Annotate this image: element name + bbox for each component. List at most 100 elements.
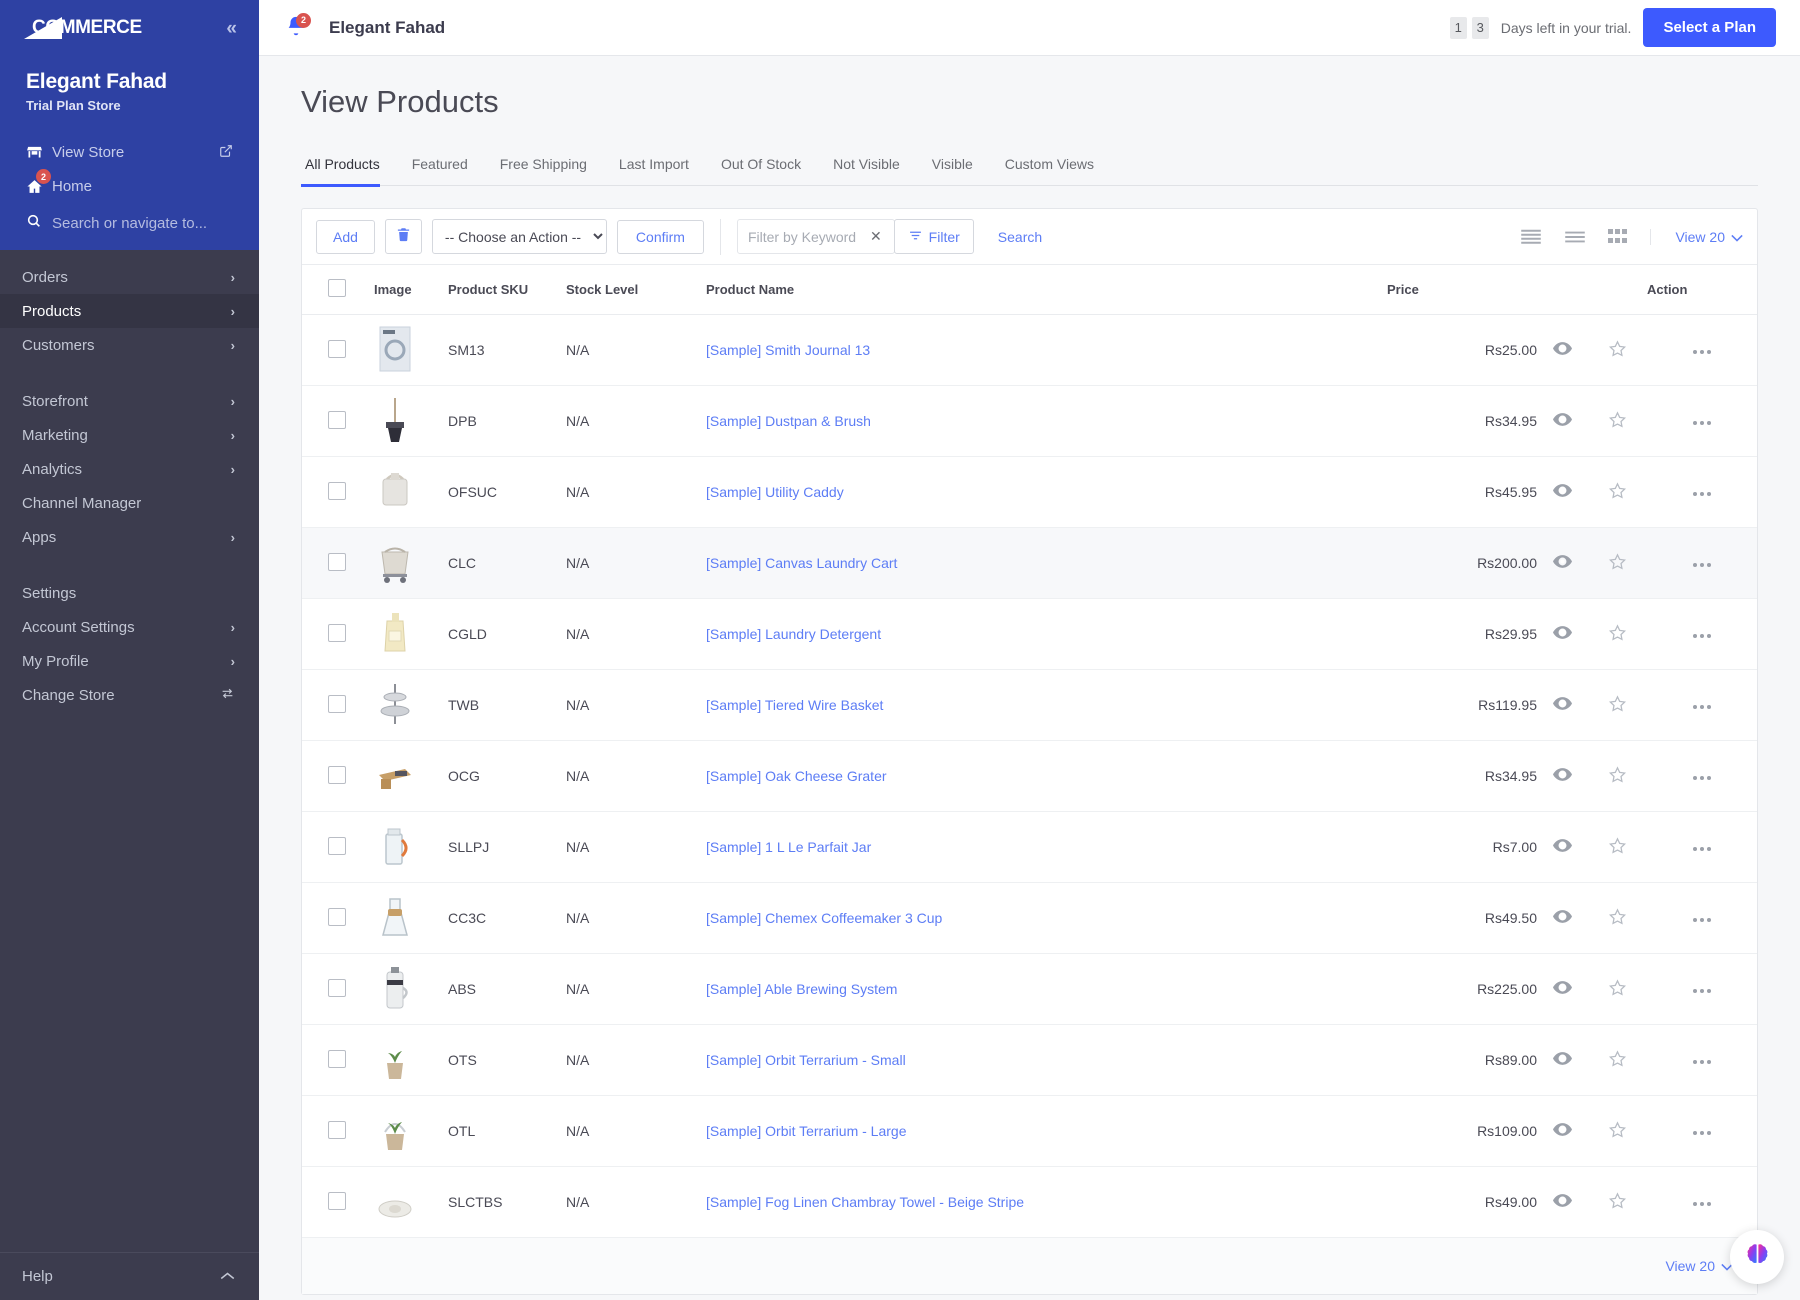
star-icon[interactable] bbox=[1608, 340, 1627, 358]
sidebar-item-customers[interactable]: Customers › bbox=[0, 328, 259, 362]
tab-last-import[interactable]: Last Import bbox=[603, 156, 705, 185]
star-icon[interactable] bbox=[1608, 411, 1627, 429]
row-checkbox[interactable] bbox=[328, 837, 346, 855]
star-icon[interactable] bbox=[1608, 695, 1627, 713]
add-product-button[interactable]: Add bbox=[316, 220, 375, 254]
row-checkbox[interactable] bbox=[328, 1050, 346, 1068]
ellipsis-icon[interactable] bbox=[1692, 1130, 1712, 1136]
star-icon[interactable] bbox=[1608, 553, 1627, 571]
filter-keyword-input[interactable] bbox=[748, 229, 866, 245]
eye-icon[interactable] bbox=[1553, 1123, 1572, 1136]
ellipsis-icon[interactable] bbox=[1692, 349, 1712, 355]
star-icon[interactable] bbox=[1608, 908, 1627, 926]
star-icon[interactable] bbox=[1608, 837, 1627, 855]
ellipsis-icon[interactable] bbox=[1692, 775, 1712, 781]
sidebar-item-settings[interactable]: Settings bbox=[0, 576, 259, 610]
sidebar-item-my-profile[interactable]: My Profile › bbox=[0, 644, 259, 678]
eye-icon[interactable] bbox=[1553, 1052, 1572, 1065]
table-row[interactable]: SLLPJN/A[Sample] 1 L Le Parfait JarRs7.0… bbox=[302, 812, 1757, 883]
sidebar-item-products[interactable]: Products › bbox=[0, 294, 259, 328]
product-name-link[interactable]: [Sample] Fog Linen Chambray Towel - Beig… bbox=[706, 1194, 1024, 1210]
sidebar-item-change-store[interactable]: Change Store bbox=[0, 678, 259, 712]
sidebar-item-view-store[interactable]: View Store bbox=[0, 135, 259, 169]
tab-visible[interactable]: Visible bbox=[916, 156, 989, 185]
table-row[interactable]: ABSN/A[Sample] Able Brewing SystemRs225.… bbox=[302, 954, 1757, 1025]
tab-out-of-stock[interactable]: Out Of Stock bbox=[705, 156, 817, 185]
row-checkbox[interactable] bbox=[328, 1121, 346, 1139]
table-row[interactable]: OTSN/A[Sample] Orbit Terrarium - SmallRs… bbox=[302, 1025, 1757, 1096]
tab-featured[interactable]: Featured bbox=[396, 156, 484, 185]
search-button[interactable]: Search bbox=[998, 229, 1042, 245]
row-checkbox[interactable] bbox=[328, 340, 346, 358]
eye-icon[interactable] bbox=[1553, 484, 1572, 497]
row-checkbox[interactable] bbox=[328, 1192, 346, 1210]
ellipsis-icon[interactable] bbox=[1692, 1201, 1712, 1207]
row-checkbox[interactable] bbox=[328, 766, 346, 784]
tab-free-shipping[interactable]: Free Shipping bbox=[484, 156, 603, 185]
table-row[interactable]: TWBN/A[Sample] Tiered Wire BasketRs119.9… bbox=[302, 670, 1757, 741]
eye-icon[interactable] bbox=[1553, 626, 1572, 639]
table-row[interactable]: DPBN/A[Sample] Dustpan & BrushRs34.95 bbox=[302, 386, 1757, 457]
product-name-link[interactable]: [Sample] Canvas Laundry Cart bbox=[706, 555, 897, 571]
star-icon[interactable] bbox=[1608, 1121, 1627, 1139]
ellipsis-icon[interactable] bbox=[1692, 491, 1712, 497]
star-icon[interactable] bbox=[1608, 979, 1627, 997]
eye-icon[interactable] bbox=[1553, 981, 1572, 994]
product-name-link[interactable]: [Sample] Utility Caddy bbox=[706, 484, 844, 500]
row-checkbox[interactable] bbox=[328, 411, 346, 429]
star-icon[interactable] bbox=[1608, 766, 1627, 784]
product-name-link[interactable]: [Sample] Smith Journal 13 bbox=[706, 342, 870, 358]
product-name-link[interactable]: [Sample] Chemex Coffeemaker 3 Cup bbox=[706, 910, 942, 926]
table-row[interactable]: SM13N/A[Sample] Smith Journal 13Rs25.00 bbox=[302, 315, 1757, 386]
sidebar-item-apps[interactable]: Apps › bbox=[0, 520, 259, 554]
star-icon[interactable] bbox=[1608, 1050, 1627, 1068]
star-icon[interactable] bbox=[1608, 482, 1627, 500]
product-name-link[interactable]: [Sample] Able Brewing System bbox=[706, 981, 897, 997]
tab-not-visible[interactable]: Not Visible bbox=[817, 156, 916, 185]
list-compact-icon[interactable] bbox=[1520, 229, 1542, 245]
ellipsis-icon[interactable] bbox=[1692, 704, 1712, 710]
sidebar-item-account-settings[interactable]: Account Settings › bbox=[0, 610, 259, 644]
table-row[interactable]: CLCN/A[Sample] Canvas Laundry CartRs200.… bbox=[302, 528, 1757, 599]
table-row[interactable]: CGLDN/A[Sample] Laundry DetergentRs29.95 bbox=[302, 599, 1757, 670]
sidebar-item-orders[interactable]: Orders › bbox=[0, 260, 259, 294]
product-name-link[interactable]: [Sample] Oak Cheese Grater bbox=[706, 768, 887, 784]
product-name-link[interactable]: [Sample] Orbit Terrarium - Large bbox=[706, 1123, 906, 1139]
ellipsis-icon[interactable] bbox=[1692, 420, 1712, 426]
eye-icon[interactable] bbox=[1553, 839, 1572, 852]
tab-all-products[interactable]: All Products bbox=[301, 156, 396, 185]
ellipsis-icon[interactable] bbox=[1692, 846, 1712, 852]
close-icon[interactable]: ✕ bbox=[866, 228, 886, 245]
product-name-link[interactable]: [Sample] Laundry Detergent bbox=[706, 626, 881, 642]
ellipsis-icon[interactable] bbox=[1692, 633, 1712, 639]
star-icon[interactable] bbox=[1608, 1192, 1627, 1210]
ai-assistant-button[interactable] bbox=[1730, 1230, 1784, 1284]
row-checkbox[interactable] bbox=[328, 624, 346, 642]
chevron-double-left-icon[interactable]: « bbox=[226, 19, 237, 38]
row-checkbox[interactable] bbox=[328, 482, 346, 500]
bigcommerce-logo[interactable]: COMMERCE bbox=[24, 17, 142, 39]
sidebar-item-help[interactable]: Help bbox=[0, 1252, 259, 1300]
eye-icon[interactable] bbox=[1553, 768, 1572, 781]
product-name-link[interactable]: [Sample] Tiered Wire Basket bbox=[706, 697, 883, 713]
product-name-link[interactable]: [Sample] Dustpan & Brush bbox=[706, 413, 871, 429]
sidebar-item-marketing[interactable]: Marketing › bbox=[0, 418, 259, 452]
confirm-action-button[interactable]: Confirm bbox=[617, 220, 704, 254]
list-rows-icon[interactable] bbox=[1564, 229, 1586, 245]
delete-selected-button[interactable] bbox=[385, 219, 422, 254]
ellipsis-icon[interactable] bbox=[1692, 988, 1712, 994]
grid-icon[interactable] bbox=[1608, 229, 1628, 245]
table-row[interactable]: OTLN/A[Sample] Orbit Terrarium - LargeRs… bbox=[302, 1096, 1757, 1167]
eye-icon[interactable] bbox=[1553, 910, 1572, 923]
eye-icon[interactable] bbox=[1553, 555, 1572, 568]
star-icon[interactable] bbox=[1608, 624, 1627, 642]
footer-view-count-dropdown[interactable]: View 20 bbox=[1665, 1258, 1733, 1274]
sidebar-item-storefront[interactable]: Storefront › bbox=[0, 384, 259, 418]
eye-icon[interactable] bbox=[1553, 413, 1572, 426]
table-row[interactable]: SLCTBSN/A[Sample] Fog Linen Chambray Tow… bbox=[302, 1167, 1757, 1238]
product-name-link[interactable]: [Sample] 1 L Le Parfait Jar bbox=[706, 839, 871, 855]
ellipsis-icon[interactable] bbox=[1692, 562, 1712, 568]
tab-custom-views[interactable]: Custom Views bbox=[989, 156, 1110, 185]
notifications-button[interactable]: 2 bbox=[281, 13, 311, 43]
product-name-link[interactable]: [Sample] Orbit Terrarium - Small bbox=[706, 1052, 906, 1068]
